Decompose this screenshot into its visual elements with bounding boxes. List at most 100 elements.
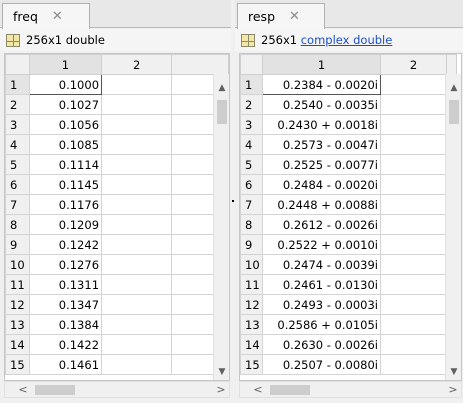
row-header[interactable]: 12 <box>5 294 30 315</box>
cell-value[interactable]: 0.1056 <box>28 114 103 135</box>
table-row[interactable]: 15 0.2507 - 0.0080i <box>240 354 457 375</box>
cell-value[interactable]: 0.2493 - 0.0003i <box>262 294 381 315</box>
cell-value[interactable]: 0.2448 + 0.0088i <box>262 194 381 215</box>
row-header[interactable]: 8 <box>5 214 30 235</box>
table-row[interactable]: 9 0.2522 + 0.0010i <box>240 234 457 255</box>
table-row[interactable]: 14 0.1422 <box>5 334 229 355</box>
cell-empty[interactable] <box>380 274 447 295</box>
cell-value[interactable]: 0.2573 - 0.0047i <box>262 134 381 155</box>
scroll-thumb[interactable] <box>449 100 459 124</box>
row-header[interactable]: 15 <box>240 354 263 375</box>
variable-type-link[interactable]: complex double <box>301 33 393 47</box>
horizontal-scrollbar[interactable]: < > <box>239 381 462 398</box>
cell-value[interactable]: 0.1422 <box>28 334 103 355</box>
cell-empty[interactable] <box>101 194 173 215</box>
table-row[interactable]: 2 0.1027 <box>5 94 229 115</box>
cell-value[interactable]: 0.2525 - 0.0077i <box>262 154 381 175</box>
row-header[interactable]: 3 <box>240 114 263 135</box>
row-header[interactable]: 4 <box>5 134 30 155</box>
table-row[interactable]: 9 0.1242 <box>5 234 229 255</box>
table-row[interactable]: 11 0.2461 - 0.0130i <box>240 274 457 295</box>
cell-empty[interactable] <box>380 294 447 315</box>
cell-empty[interactable] <box>380 154 447 175</box>
table-row[interactable]: 13 0.2586 + 0.0105i <box>240 314 457 335</box>
row-header[interactable]: 13 <box>240 314 263 335</box>
scroll-down-icon[interactable]: ▼ <box>446 364 461 380</box>
table-row[interactable]: 6 0.1145 <box>5 174 229 195</box>
scroll-right-icon[interactable]: > <box>445 382 461 397</box>
row-header[interactable]: 1 <box>240 74 263 95</box>
cell-value[interactable]: 0.2630 - 0.0026i <box>262 334 381 355</box>
row-header[interactable]: 12 <box>240 294 263 315</box>
cell-empty[interactable] <box>380 334 447 355</box>
cell-empty[interactable] <box>101 314 173 335</box>
cell-empty[interactable] <box>101 274 173 295</box>
cell-value[interactable]: 0.2474 - 0.0039i <box>262 254 381 275</box>
cell-empty[interactable] <box>380 214 447 235</box>
column-header-2[interactable]: 2 <box>101 54 173 75</box>
cell-empty[interactable] <box>380 234 447 255</box>
scroll-up-icon[interactable]: ▲ <box>446 80 461 96</box>
cell-value[interactable]: 0.2484 - 0.0020i <box>262 174 381 195</box>
cell-value[interactable]: 0.1347 <box>28 294 103 315</box>
table-row[interactable]: 12 0.2493 - 0.0003i <box>240 294 457 315</box>
table-row[interactable]: 10 0.1276 <box>5 254 229 275</box>
vertical-scrollbar[interactable]: ▲ ▼ <box>445 74 461 380</box>
close-icon[interactable]: ✕ <box>289 10 300 23</box>
table-row[interactable]: 3 0.1056 <box>5 114 229 135</box>
cell-value[interactable]: 0.2612 - 0.0026i <box>262 214 381 235</box>
row-header[interactable]: 5 <box>5 154 30 175</box>
scroll-thumb[interactable] <box>35 385 75 395</box>
row-header[interactable]: 11 <box>240 274 263 295</box>
cell-empty[interactable] <box>101 254 173 275</box>
cell-value[interactable]: 0.1276 <box>28 254 103 275</box>
cell-empty[interactable] <box>380 74 447 95</box>
row-header[interactable]: 14 <box>240 334 263 355</box>
column-header-2[interactable]: 2 <box>380 54 447 75</box>
cell-empty[interactable] <box>380 194 447 215</box>
cell-value[interactable]: 0.1461 <box>28 354 103 375</box>
table-row[interactable]: 11 0.1311 <box>5 274 229 295</box>
table-row[interactable]: 1 0.1000 <box>5 74 229 95</box>
cell-empty[interactable] <box>101 294 173 315</box>
scroll-thumb[interactable] <box>217 100 227 124</box>
cell-empty[interactable] <box>380 134 447 155</box>
row-header[interactable]: 10 <box>5 254 30 275</box>
row-header[interactable]: 14 <box>5 334 30 355</box>
row-header[interactable]: 10 <box>240 254 263 275</box>
tab-freq[interactable]: freq ✕ <box>2 3 90 29</box>
row-header[interactable]: 9 <box>240 234 263 255</box>
table-row[interactable]: 4 0.1085 <box>5 134 229 155</box>
cell-value[interactable]: 0.1242 <box>28 234 103 255</box>
table-row[interactable]: 6 0.2484 - 0.0020i <box>240 174 457 195</box>
cell-value[interactable]: 0.1000 <box>28 74 103 95</box>
scroll-left-icon[interactable]: < <box>250 382 266 397</box>
row-header[interactable]: 3 <box>5 114 30 135</box>
table-row[interactable]: 14 0.2630 - 0.0026i <box>240 334 457 355</box>
cell-empty[interactable] <box>101 94 173 115</box>
horizontal-scrollbar[interactable]: < > <box>4 381 230 398</box>
row-header[interactable]: 5 <box>240 154 263 175</box>
row-header[interactable]: 15 <box>5 354 30 375</box>
table-row[interactable]: 13 0.1384 <box>5 314 229 335</box>
column-header-1[interactable]: 1 <box>262 54 381 75</box>
cell-empty[interactable] <box>101 354 173 375</box>
cell-empty[interactable] <box>380 254 447 275</box>
cell-value[interactable]: 0.2384 - 0.0020i <box>262 74 381 95</box>
table-row[interactable]: 5 0.2525 - 0.0077i <box>240 154 457 175</box>
cell-value[interactable]: 0.2522 + 0.0010i <box>262 234 381 255</box>
row-header[interactable]: 13 <box>5 314 30 335</box>
table-row[interactable]: 15 0.1461 <box>5 354 229 375</box>
row-header[interactable]: 11 <box>5 274 30 295</box>
cell-empty[interactable] <box>101 334 173 355</box>
cell-empty[interactable] <box>101 154 173 175</box>
cell-empty[interactable] <box>380 94 447 115</box>
row-header[interactable]: 6 <box>240 174 263 195</box>
cell-empty[interactable] <box>380 114 447 135</box>
table-row[interactable]: 8 0.2612 - 0.0026i <box>240 214 457 235</box>
scroll-down-icon[interactable]: ▼ <box>214 364 229 380</box>
cell-value[interactable]: 0.1145 <box>28 174 103 195</box>
cell-value[interactable]: 0.2507 - 0.0080i <box>262 354 381 375</box>
row-header[interactable]: 6 <box>5 174 30 195</box>
cell-value[interactable]: 0.2586 + 0.0105i <box>262 314 381 335</box>
